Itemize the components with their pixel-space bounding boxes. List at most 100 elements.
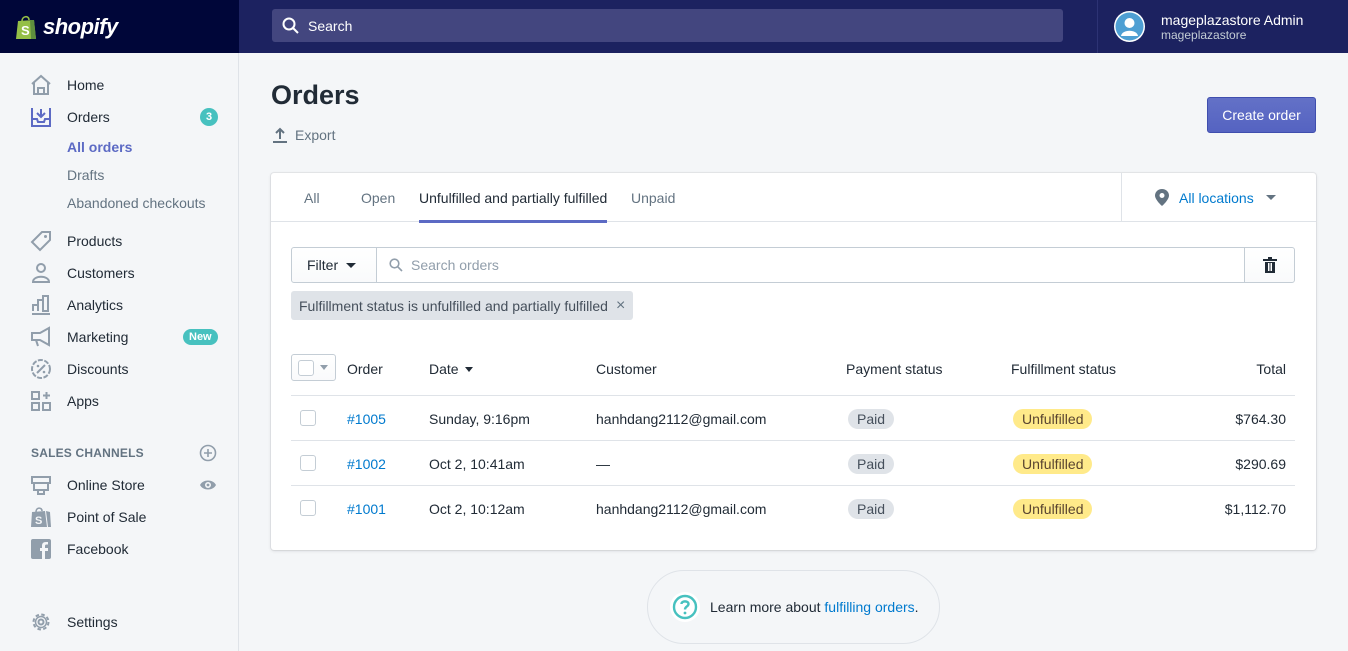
export-button[interactable]: Export	[272, 126, 335, 143]
sidebar-channel-facebook[interactable]: Facebook	[0, 535, 238, 563]
sidebar-item-marketing[interactable]: Marketing New	[0, 323, 238, 351]
payment-status-badge: Paid	[848, 453, 895, 474]
home-icon	[30, 74, 52, 96]
svg-text:S: S	[35, 515, 42, 527]
top-bar: S shopify Search mageplazastore Admin ma…	[0, 0, 1348, 53]
sidebar-sub-all-orders[interactable]: All orders	[0, 133, 238, 161]
order-date: Oct 2, 10:12am	[429, 500, 525, 517]
upload-icon	[273, 127, 287, 143]
tab-open[interactable]: Open	[361, 173, 395, 222]
order-link[interactable]: #1005	[347, 411, 386, 427]
column-header-payment-status: Payment status	[846, 361, 943, 377]
facebook-icon	[30, 538, 52, 560]
row-checkbox[interactable]	[300, 455, 316, 471]
applied-filter-tag: Fulfillment status is unfulfilled and pa…	[291, 291, 634, 320]
help-question-icon	[670, 592, 700, 622]
create-order-button[interactable]: Create order	[1207, 97, 1316, 133]
orders-count-badge: 3	[200, 108, 218, 126]
column-header-customer: Customer	[596, 361, 657, 377]
orders-icon	[30, 106, 52, 128]
tab-unpaid[interactable]: Unpaid	[631, 173, 675, 222]
gear-icon	[30, 611, 52, 633]
table-row[interactable]: #1001 Oct 2, 10:12am hanhdang2112@gmail.…	[291, 486, 1295, 531]
fulfillment-status-badge: Unfulfilled	[1013, 453, 1093, 474]
sidebar-item-analytics[interactable]: Analytics	[0, 291, 238, 319]
chevron-down-icon	[346, 262, 357, 268]
order-link[interactable]: #1002	[347, 456, 386, 472]
search-icon	[282, 17, 299, 34]
apps-icon	[30, 390, 52, 412]
user-avatar-icon	[1115, 12, 1144, 41]
order-link[interactable]: #1001	[347, 501, 386, 517]
order-total: $290.69	[1235, 455, 1286, 472]
person-icon	[30, 262, 52, 284]
fulfillment-status-badge: Unfulfilled	[1013, 408, 1093, 429]
global-search-input[interactable]: Search	[272, 9, 1063, 42]
page-title: Orders	[271, 80, 360, 110]
megaphone-icon	[30, 326, 52, 348]
help-footer: Learn more about fulfilling orders.	[647, 570, 940, 644]
order-customer: hanhdang2112@gmail.com	[596, 500, 767, 517]
sidebar-item-apps[interactable]: Apps	[0, 387, 238, 415]
account-name: mageplazastore Admin	[1161, 11, 1304, 28]
svg-text:S: S	[21, 23, 30, 38]
sort-desc-icon	[464, 366, 473, 372]
shopify-bag-icon: S	[30, 506, 52, 528]
account-menu[interactable]: mageplazastore Admin mageplazastore	[1097, 0, 1348, 53]
filter-row: Filter Search orders	[291, 247, 1295, 283]
sidebar: Home Orders 3 All orders Drafts Abandone…	[0, 53, 239, 651]
trash-icon	[1262, 257, 1277, 273]
orders-table-header: Order Date Customer Payment status Fulfi…	[291, 351, 1295, 396]
sidebar-item-discounts[interactable]: Discounts	[0, 355, 238, 383]
shopify-bag-icon: S	[16, 15, 36, 39]
sidebar-item-orders[interactable]: Orders 3	[0, 103, 238, 131]
chevron-down-icon	[320, 365, 328, 370]
store-icon	[30, 474, 52, 496]
delete-filter-button[interactable]	[1244, 247, 1295, 283]
search-placeholder: Search	[308, 17, 353, 34]
sidebar-sub-abandoned-checkouts[interactable]: Abandoned checkouts	[0, 189, 238, 217]
avatar	[1114, 11, 1145, 42]
fulfilling-orders-link[interactable]: fulfilling orders	[824, 599, 914, 615]
bar-chart-icon	[30, 294, 52, 316]
sidebar-item-home[interactable]: Home	[0, 71, 238, 99]
row-checkbox[interactable]	[300, 410, 316, 426]
sidebar-channel-point-of-sale[interactable]: S Point of Sale	[0, 503, 238, 531]
column-header-date[interactable]: Date	[429, 351, 473, 387]
tab-unfulfilled[interactable]: Unfulfilled and partially fulfilled	[419, 173, 608, 223]
sales-channels-heading: SALES CHANNELS	[31, 446, 144, 460]
order-total: $764.30	[1235, 410, 1286, 427]
sidebar-item-products[interactable]: Products	[0, 227, 238, 255]
sidebar-sub-drafts[interactable]: Drafts	[0, 161, 238, 189]
sidebar-item-settings[interactable]: Settings	[0, 608, 238, 636]
tab-all[interactable]: All	[304, 173, 320, 222]
fulfillment-status-badge: Unfulfilled	[1013, 498, 1093, 519]
row-checkbox[interactable]	[300, 500, 316, 516]
filter-button[interactable]: Filter	[291, 247, 377, 283]
column-header-order[interactable]: Order	[347, 351, 383, 387]
table-row[interactable]: #1002 Oct 2, 10:41am — Paid Unfulfilled …	[291, 441, 1295, 486]
column-header-total: Total	[1256, 361, 1286, 377]
help-text: Learn more about	[710, 599, 825, 615]
add-channel-icon[interactable]	[199, 444, 217, 462]
order-tabs: All Open Unfulfilled and partially fulfi…	[271, 173, 1316, 223]
column-header-fulfillment-status: Fulfillment status	[1011, 361, 1117, 377]
tag-icon	[30, 230, 52, 252]
shopify-logo[interactable]: S shopify	[0, 0, 239, 53]
new-badge: New	[183, 329, 218, 345]
brand-name: shopify	[43, 13, 118, 39]
sidebar-channel-online-store[interactable]: Online Store	[0, 471, 238, 499]
location-filter-dropdown[interactable]: All locations	[1121, 173, 1316, 222]
order-customer: —	[596, 455, 610, 472]
search-icon	[389, 258, 403, 272]
remove-filter-close-icon[interactable]: ×	[616, 297, 625, 315]
sidebar-item-customers[interactable]: Customers	[0, 259, 238, 287]
discount-icon	[30, 358, 52, 380]
select-all-checkbox[interactable]	[291, 354, 336, 381]
order-date: Oct 2, 10:41am	[429, 455, 525, 472]
order-total: $1,112.70	[1224, 500, 1286, 517]
view-store-eye-icon[interactable]	[199, 478, 217, 492]
location-pin-icon	[1155, 189, 1169, 206]
search-orders-input[interactable]: Search orders	[376, 247, 1245, 283]
table-row[interactable]: #1005 Sunday, 9:16pm hanhdang2112@gmail.…	[291, 396, 1295, 441]
